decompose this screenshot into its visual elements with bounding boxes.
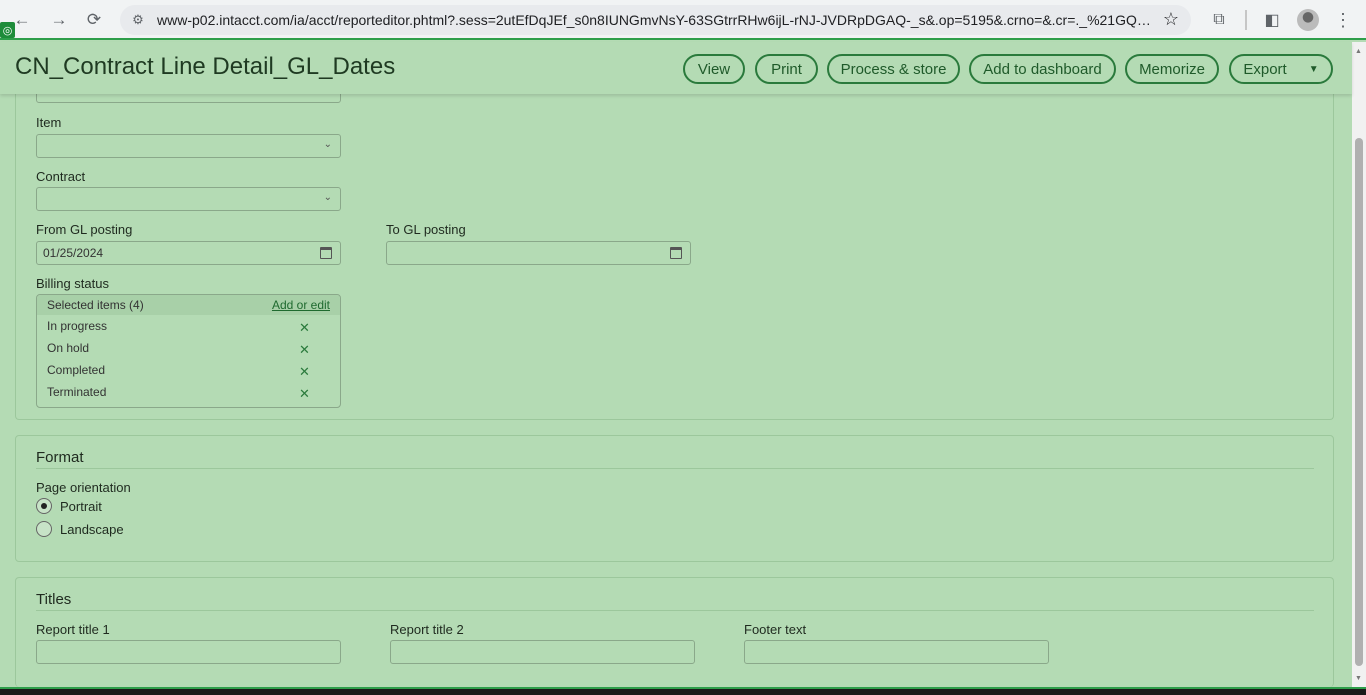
address-bar[interactable]: ⚙ www-p02.intacct.com/ia/acct/reportedit… [120, 5, 1191, 35]
remove-icon[interactable]: ✕ [299, 364, 310, 380]
list-item: Terminated ✕ [37, 381, 340, 403]
report-header: CN_Contract Line Detail_GL_Dates View Pr… [0, 42, 1352, 94]
portrait-label[interactable]: Portrait [60, 499, 102, 514]
billing-status-item: On hold [47, 341, 90, 355]
list-item: In progress ✕ [37, 315, 340, 337]
list-item: On hold ✕ [37, 337, 340, 359]
titles-section-title: Titles [36, 591, 72, 608]
contract-select[interactable]: ⌄ [36, 187, 341, 211]
from-gl-posting-input[interactable]: 01/25/2024 [36, 241, 341, 265]
page-scrollbar[interactable]: ▲ ▼ [1352, 42, 1366, 687]
to-gl-posting-label: To GL posting [386, 222, 466, 237]
scroll-down-icon[interactable]: ▼ [1355, 675, 1362, 682]
divider [36, 610, 1314, 611]
extension-badge-icon: ◎ [0, 22, 15, 38]
menu-kebab-icon[interactable]: ⋮ [1333, 8, 1353, 32]
forward-icon[interactable]: → [47, 8, 71, 32]
page-orientation-label: Page orientation [36, 480, 131, 495]
caret-down-icon: ▼ [1308, 63, 1319, 75]
remove-icon[interactable]: ✕ [299, 320, 310, 336]
format-section-title: Format [36, 449, 84, 466]
billing-status-item: In progress [47, 319, 108, 333]
selected-items-count: Selected items (4) [47, 298, 144, 312]
scrollbar-thumb[interactable] [1355, 138, 1363, 666]
export-label: Export [1243, 60, 1287, 78]
site-settings-icon[interactable]: ⚙ [129, 11, 147, 29]
bookmark-star-icon[interactable]: ☆ [1163, 9, 1179, 30]
url-text[interactable]: www-p02.intacct.com/ia/acct/reporteditor… [157, 12, 1157, 28]
from-gl-posting-label: From GL posting [36, 222, 133, 237]
chevron-down-icon: ⌄ [323, 192, 332, 203]
billing-status-header: Selected items (4) Add or edit [37, 295, 340, 315]
taskbar-accent [0, 687, 1366, 689]
side-panel-icon[interactable]: ◧ [1260, 8, 1284, 32]
billing-status-box: Selected items (4) Add or edit In progre… [36, 294, 341, 408]
billing-status-label: Billing status [36, 276, 109, 291]
remove-icon[interactable]: ✕ [299, 386, 310, 402]
format-panel: Format [15, 435, 1334, 562]
memorize-button[interactable]: Memorize [1125, 54, 1219, 84]
view-button[interactable]: View [683, 54, 745, 84]
billing-status-item: Completed [47, 363, 106, 377]
report-title-2-label: Report title 2 [390, 622, 464, 637]
profile-avatar[interactable] [1297, 9, 1319, 31]
calendar-icon[interactable] [670, 247, 682, 259]
print-button[interactable]: Print [755, 54, 818, 84]
portrait-radio[interactable] [36, 498, 52, 514]
remove-icon[interactable]: ✕ [299, 342, 310, 358]
footer-text-label: Footer text [744, 622, 807, 637]
landscape-radio[interactable] [36, 521, 52, 537]
add-or-edit-link[interactable]: Add or edit [272, 298, 330, 312]
add-to-dashboard-button[interactable]: Add to dashboard [969, 54, 1116, 84]
titles-panel: Titles [15, 577, 1334, 687]
reload-icon[interactable]: ⟳ [82, 8, 106, 32]
report-title-2-input[interactable] [390, 640, 695, 664]
list-item: Completed ✕ [37, 359, 340, 381]
toolbar-divider [1245, 10, 1247, 30]
from-gl-posting-value: 01/25/2024 [43, 246, 104, 260]
item-select[interactable]: ⌄ [36, 134, 341, 158]
chevron-down-icon: ⌄ [323, 139, 332, 150]
taskbar [0, 687, 1366, 695]
extensions-icon[interactable]: ⧉ [1207, 8, 1231, 32]
report-title-1-label: Report title 1 [36, 622, 110, 637]
to-gl-posting-input[interactable] [386, 241, 691, 265]
billing-status-item: Terminated [47, 385, 107, 399]
divider [36, 468, 1314, 469]
browser-toolbar: ← → ⟳ ⚙ www-p02.intacct.com/ia/acct/repo… [0, 0, 1366, 40]
footer-text-input[interactable] [744, 640, 1049, 664]
scroll-up-icon[interactable]: ▲ [1355, 48, 1362, 55]
process-store-button[interactable]: Process & store [827, 54, 960, 84]
landscape-label[interactable]: Landscape [60, 522, 124, 537]
page-title: CN_Contract Line Detail_GL_Dates [15, 53, 396, 80]
report-title-1-input[interactable] [36, 640, 341, 664]
export-dropdown-button[interactable]: Export ▼ [1229, 54, 1333, 84]
item-label: Item [36, 115, 62, 130]
contract-label: Contract [36, 169, 86, 184]
calendar-icon[interactable] [320, 247, 332, 259]
